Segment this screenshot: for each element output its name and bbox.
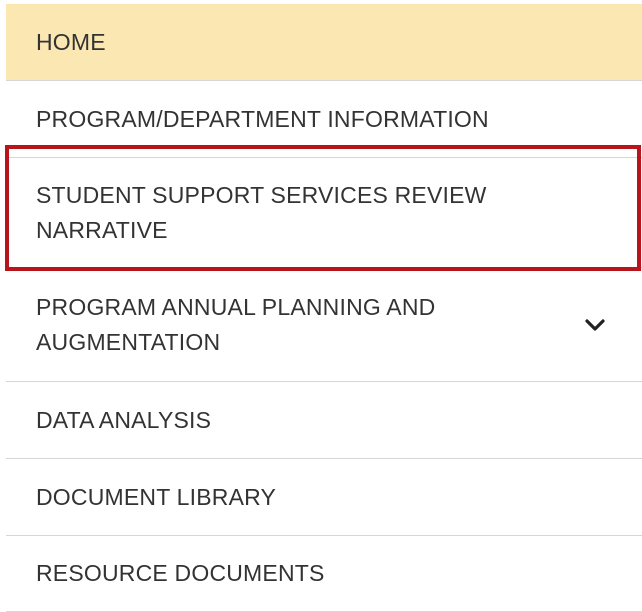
nav-item-document-library[interactable]: DOCUMENT LIBRARY bbox=[6, 459, 642, 536]
nav-item-label: DATA ANALYSIS bbox=[36, 406, 212, 433]
nav-item-label: PROGRAM ANNUAL PLANNING AND AUGMENTATION bbox=[36, 293, 436, 355]
nav-item-program-annual-planning-and-augmentation[interactable]: PROGRAM ANNUAL PLANNING AND AUGMENTATION bbox=[6, 268, 642, 382]
nav-item-student-support-services-review-narrative[interactable]: STUDENT SUPPORT SERVICES REVIEW NARRATIV… bbox=[6, 158, 642, 268]
nav-item-label: DOCUMENT LIBRARY bbox=[36, 483, 277, 510]
nav-item-program-department-information[interactable]: PROGRAM/DEPARTMENT INFORMATION bbox=[6, 81, 642, 158]
nav-item-data-analysis[interactable]: DATA ANALYSIS bbox=[6, 382, 642, 459]
nav-item-label: PROGRAM/DEPARTMENT INFORMATION bbox=[36, 105, 489, 132]
nav-item-label: RESOURCE DOCUMENTS bbox=[36, 560, 325, 586]
nav-item-home[interactable]: HOME bbox=[6, 4, 642, 81]
nav-item-label: STUDENT SUPPORT SERVICES REVIEW NARRATIV… bbox=[36, 181, 487, 243]
side-navigation: HOME PROGRAM/DEPARTMENT INFORMATION STUD… bbox=[0, 0, 642, 612]
nav-item-label: HOME bbox=[36, 28, 106, 55]
nav-item-resource-documents[interactable]: RESOURCE DOCUMENTS bbox=[6, 536, 642, 612]
chevron-down-icon[interactable] bbox=[584, 317, 606, 333]
